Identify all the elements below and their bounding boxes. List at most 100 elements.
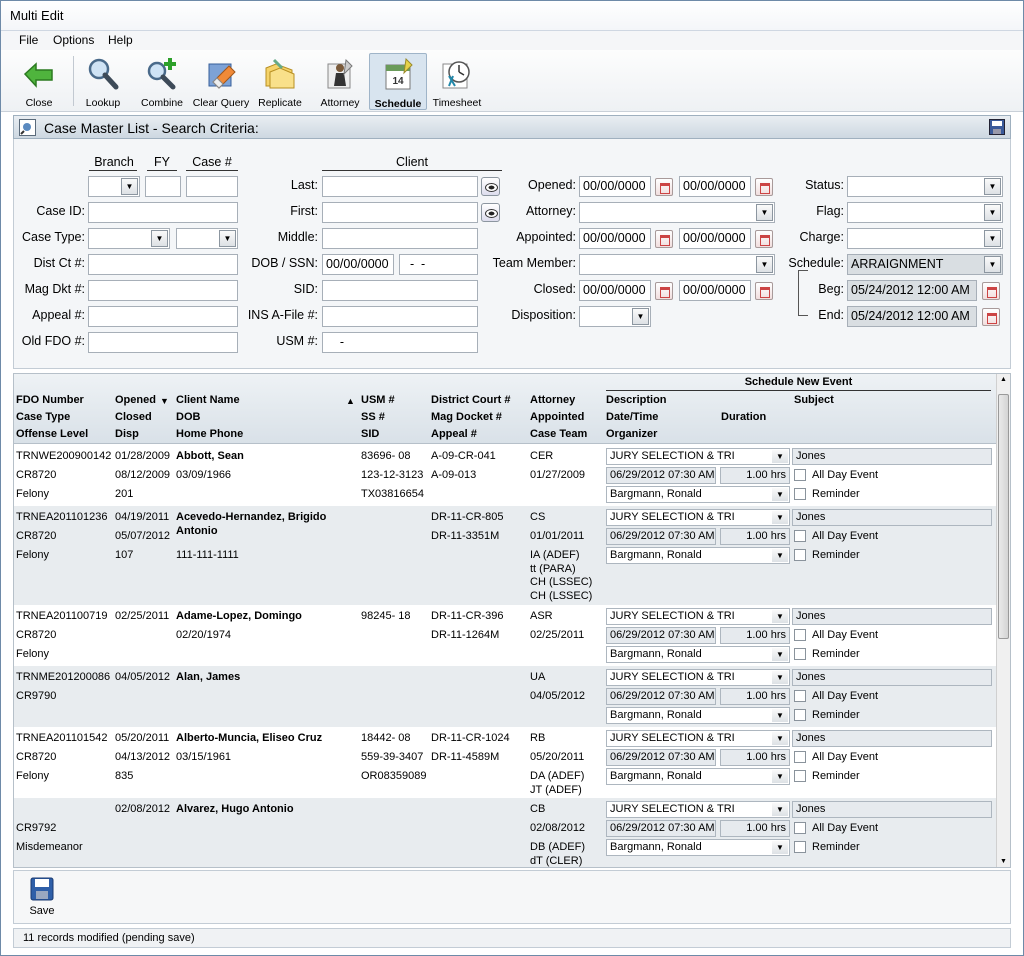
save-button[interactable]: Save [24, 875, 60, 921]
save-criteria-icon[interactable] [989, 119, 1005, 135]
datetime-input[interactable]: 06/29/2012 07:30 AM [606, 688, 716, 705]
scroll-up-icon[interactable]: ▲ [1000, 376, 1007, 383]
reminder-checkbox[interactable] [794, 488, 806, 500]
datetime-input[interactable]: 06/29/2012 07:30 AM [606, 627, 716, 644]
reminder-checkbox[interactable] [794, 770, 806, 782]
organizer-select[interactable]: Bargmann, Ronald ▼ [606, 839, 790, 856]
flag-select[interactable]: ▼ [847, 202, 1003, 223]
combine-button[interactable]: Combine [135, 53, 189, 110]
all-day-checkbox[interactable] [794, 469, 806, 481]
subject-input[interactable]: Jones [792, 730, 992, 747]
duration-input[interactable]: 1.00 hrs [720, 749, 790, 766]
col-fdo-number[interactable]: FDO Number [16, 394, 84, 406]
duration-input[interactable]: 1.00 hrs [720, 820, 790, 837]
timesheet-button[interactable]: Timesheet [429, 53, 485, 110]
status-select[interactable]: ▼ [847, 176, 1003, 197]
col-opened[interactable]: Opened [115, 394, 156, 406]
table-row[interactable]: TRNEA201101542 CR8720 Felony 05/20/2011 04/1… [14, 727, 997, 798]
table-row[interactable]: TRNEA201100719 CR8720 Felony 02/25/2011 Adam… [14, 605, 997, 666]
all-day-checkbox[interactable] [794, 629, 806, 641]
col-mag-docket[interactable]: Mag Docket # [431, 411, 502, 423]
description-select[interactable]: JURY SELECTION & TRI ▼ [606, 608, 790, 625]
datetime-input[interactable]: 06/29/2012 07:30 AM [606, 820, 716, 837]
last-name-input[interactable] [322, 176, 478, 197]
col-attorney[interactable]: Attorney [530, 394, 575, 406]
subject-input[interactable]: Jones [792, 608, 992, 625]
calendar-icon[interactable] [655, 230, 673, 248]
duration-input[interactable]: 1.00 hrs [720, 528, 790, 545]
col-sid[interactable]: SID [361, 428, 379, 440]
calendar-icon[interactable] [655, 178, 673, 196]
col-appeal[interactable]: Appeal # [431, 428, 477, 440]
table-row[interactable]: TRNME201200086 CR9790 04/05/2012 Alan, Jame… [14, 666, 997, 727]
calendar-icon[interactable] [982, 308, 1000, 326]
organizer-select[interactable]: Bargmann, Ronald ▼ [606, 768, 790, 785]
schedule-select[interactable]: ARRAIGNMENT ▼ [847, 254, 1003, 275]
subject-input[interactable]: Jones [792, 509, 992, 526]
case-type-select[interactable]: ▼ [88, 228, 170, 249]
col-district-court[interactable]: District Court # [431, 394, 510, 406]
attorney-select[interactable]: ▼ [579, 202, 775, 223]
calendar-icon[interactable] [755, 282, 773, 300]
opened-to-input[interactable]: 00/00/0000 [679, 176, 751, 197]
dob-input[interactable]: 00/00/0000 [322, 254, 394, 275]
menu-help[interactable]: Help [108, 33, 133, 47]
usm-input[interactable]: - [322, 332, 478, 353]
mag-dkt-input[interactable] [88, 280, 238, 301]
dist-ct-input[interactable] [88, 254, 238, 275]
col-disp[interactable]: Disp [115, 428, 139, 440]
replicate-button[interactable]: Replicate [253, 53, 307, 110]
reminder-checkbox[interactable] [794, 841, 806, 853]
col-case-type[interactable]: Case Type [16, 411, 70, 423]
branch-select[interactable]: ▼ [88, 176, 140, 197]
datetime-input[interactable]: 06/29/2012 07:30 AM [606, 749, 716, 766]
first-name-input[interactable] [322, 202, 478, 223]
calendar-icon[interactable] [755, 178, 773, 196]
subject-input[interactable]: Jones [792, 669, 992, 686]
table-row[interactable]: TRNWE200900142 CR8720 Felony 01/28/2009 08/1… [14, 445, 997, 506]
fy-input[interactable] [145, 176, 181, 197]
datetime-input[interactable]: 06/29/2012 07:30 AM [606, 467, 716, 484]
organizer-select[interactable]: Bargmann, Ronald ▼ [606, 707, 790, 724]
reminder-checkbox[interactable] [794, 709, 806, 721]
closed-from-input[interactable]: 00/00/0000 [579, 280, 651, 301]
clear-query-button[interactable]: Clear Query [191, 53, 251, 110]
organizer-select[interactable]: Bargmann, Ronald ▼ [606, 646, 790, 663]
all-day-checkbox[interactable] [794, 822, 806, 834]
col-offense-level[interactable]: Offense Level [16, 428, 88, 440]
scroll-down-icon[interactable]: ▼ [1000, 858, 1007, 865]
all-day-checkbox[interactable] [794, 690, 806, 702]
appeal-input[interactable] [88, 306, 238, 327]
col-client-name[interactable]: Client Name [176, 394, 240, 406]
description-select[interactable]: JURY SELECTION & TRI ▼ [606, 509, 790, 526]
subject-input[interactable]: Jones [792, 801, 992, 818]
ssn-input[interactable]: - - [399, 254, 478, 275]
appointed-from-input[interactable]: 00/00/0000 [579, 228, 651, 249]
appointed-to-input[interactable]: 00/00/0000 [679, 228, 751, 249]
middle-name-input[interactable] [322, 228, 478, 249]
disposition-select[interactable]: ▼ [579, 306, 651, 327]
table-row[interactable]: CR9792 Misdemeanor 02/08/2012 Alvarez, Hugo… [14, 798, 997, 867]
datetime-input[interactable]: 06/29/2012 07:30 AM [606, 528, 716, 545]
end-input[interactable]: 05/24/2012 12:00 AM [847, 306, 977, 327]
duration-input[interactable]: 1.00 hrs [720, 688, 790, 705]
charge-select[interactable]: ▼ [847, 228, 1003, 249]
vertical-scrollbar[interactable]: ▲ ▼ [996, 374, 1010, 867]
col-appointed[interactable]: Appointed [530, 411, 584, 423]
ins-input[interactable] [322, 306, 478, 327]
attorney-button[interactable]: Attorney [313, 53, 367, 110]
table-row[interactable]: TRNEA201101236 CR8720 Felony 04/19/2011 05/0… [14, 506, 997, 605]
menu-file[interactable]: File [19, 33, 38, 47]
lookup-button[interactable]: Lookup [77, 53, 129, 110]
reminder-checkbox[interactable] [794, 549, 806, 561]
calendar-icon[interactable] [982, 282, 1000, 300]
closed-to-input[interactable]: 00/00/0000 [679, 280, 751, 301]
all-day-checkbox[interactable] [794, 751, 806, 763]
col-closed[interactable]: Closed [115, 411, 152, 423]
sid-input[interactable] [322, 280, 478, 301]
scrollbar-thumb[interactable] [998, 394, 1009, 639]
opened-from-input[interactable]: 00/00/0000 [579, 176, 651, 197]
subject-input[interactable]: Jones [792, 448, 992, 465]
duration-input[interactable]: 1.00 hrs [720, 467, 790, 484]
col-dob[interactable]: DOB [176, 411, 200, 423]
